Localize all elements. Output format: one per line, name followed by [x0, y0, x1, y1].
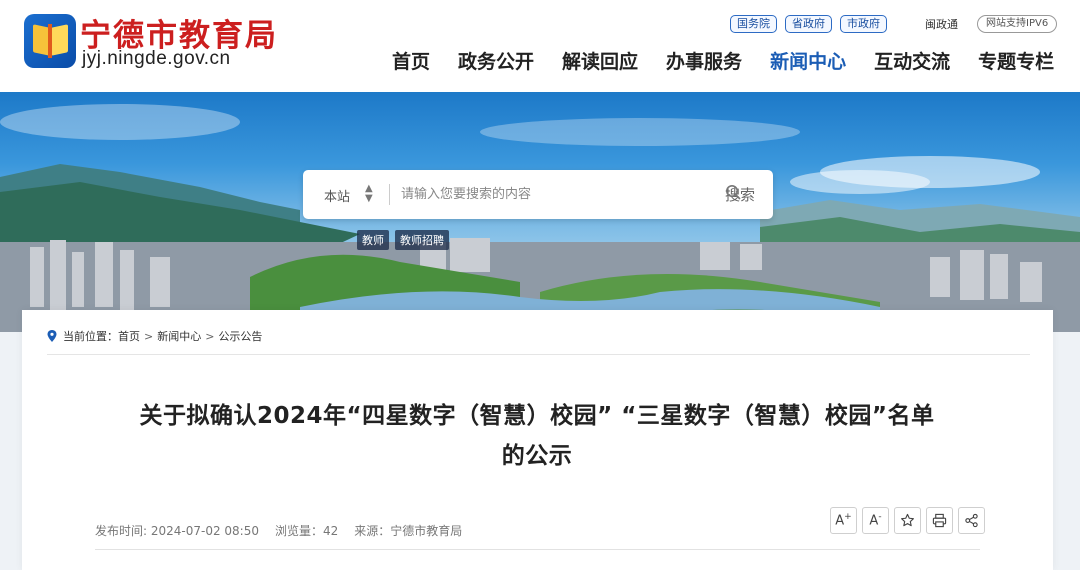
view-count: 浏览量：42 — [275, 524, 339, 538]
scope-updown-icon[interactable]: ▲ ▼ — [365, 184, 373, 204]
breadcrumb-separator: > — [205, 329, 215, 343]
nav-services[interactable]: 办事服务 — [666, 47, 742, 74]
breadcrumb: 当前位置： 首页 > 新闻中心 > 公示公告 — [47, 328, 262, 344]
search-icon — [725, 185, 741, 200]
hot-tag-teacher[interactable]: 教师 — [357, 230, 389, 250]
article-meta: 发布时间: 2024-07-02 08:50 浏览量：42 来源：宁德市教育局 — [95, 522, 462, 539]
city-banner-image: 本站 ▲▼ 搜索 教师 教师招聘 — [0, 92, 1080, 332]
article-tools: A+ A- — [830, 507, 985, 534]
site-header: 宁德市教育局 jyj.ningde.gov.cn 国务院 省政府 市政府 闽政通… — [0, 0, 1080, 92]
logo-book-spine — [48, 24, 52, 58]
nav-special-topics[interactable]: 专题专栏 — [978, 47, 1054, 74]
nav-interaction[interactable]: 互动交流 — [874, 47, 950, 74]
site-logo[interactable] — [24, 14, 76, 68]
print-button[interactable] — [926, 507, 953, 534]
search-scope-select[interactable]: 本站 — [324, 186, 350, 205]
search-box: 本站 ▲▼ 搜索 — [303, 170, 773, 219]
font-smaller-button[interactable]: A- — [862, 507, 889, 534]
search-divider — [389, 184, 390, 205]
gov-link-state-council[interactable]: 国务院 — [730, 15, 777, 33]
breadcrumb-divider — [47, 354, 1030, 355]
main-nav: 首页 政务公开 解读回应 办事服务 新闻中心 互动交流 专题专栏 — [392, 47, 1054, 74]
article-source: 来源：宁德市教育局 — [354, 524, 463, 538]
share-icon — [965, 513, 978, 528]
breadcrumb-prefix: 当前位置： — [63, 330, 118, 343]
share-button[interactable] — [958, 507, 985, 534]
publish-time: 发布时间: 2024-07-02 08:50 — [95, 524, 259, 538]
printer-icon — [932, 513, 947, 528]
article-title-line2: 的公示 — [501, 443, 573, 469]
star-icon — [901, 513, 914, 527]
font-smaller-icon: A- — [869, 512, 882, 529]
logo-book-right — [51, 24, 68, 56]
nav-news-center[interactable]: 新闻中心 — [770, 47, 846, 74]
search-button[interactable]: 搜索 — [725, 184, 755, 205]
ipv6-badge: 网站支持IPV6 — [977, 15, 1058, 33]
nav-government-affairs[interactable]: 政务公开 — [458, 47, 534, 74]
article-card: 当前位置： 首页 > 新闻中心 > 公示公告 关于拟确认2024年“四星数字（智… — [22, 310, 1053, 570]
nav-interpretation[interactable]: 解读回应 — [562, 47, 638, 74]
font-larger-button[interactable]: A+ — [830, 507, 857, 534]
article-title: 关于拟确认2024年“四星数字（智慧）校园” “三星数字（智慧）校园”名单 的公… — [92, 396, 982, 476]
breadcrumb-announcements[interactable]: 公示公告 — [218, 328, 262, 344]
gov-link-province[interactable]: 省政府 — [785, 15, 832, 33]
hot-search-tags: 教师 教师招聘 — [357, 230, 449, 250]
hot-tag-teacher-recruitment[interactable]: 教师招聘 — [395, 230, 449, 250]
breadcrumb-home[interactable]: 首页 — [118, 328, 140, 344]
search-input[interactable] — [401, 180, 681, 209]
mintong-link[interactable]: 闽政通 — [925, 16, 958, 32]
article-title-line1: 关于拟确认2024年“四星数字（智慧）校园” “三星数字（智慧）校园”名单 — [139, 403, 935, 429]
gov-link-city[interactable]: 市政府 — [840, 15, 887, 33]
nav-home[interactable]: 首页 — [392, 47, 430, 74]
meta-divider — [95, 549, 980, 550]
favorite-button[interactable] — [894, 507, 921, 534]
location-pin-icon — [47, 330, 57, 342]
breadcrumb-news-center[interactable]: 新闻中心 — [157, 328, 201, 344]
site-domain: jyj.ningde.gov.cn — [82, 48, 231, 69]
gov-links: 国务院 省政府 市政府 — [730, 15, 887, 33]
font-larger-icon: A+ — [835, 512, 852, 529]
breadcrumb-separator: > — [144, 329, 154, 343]
